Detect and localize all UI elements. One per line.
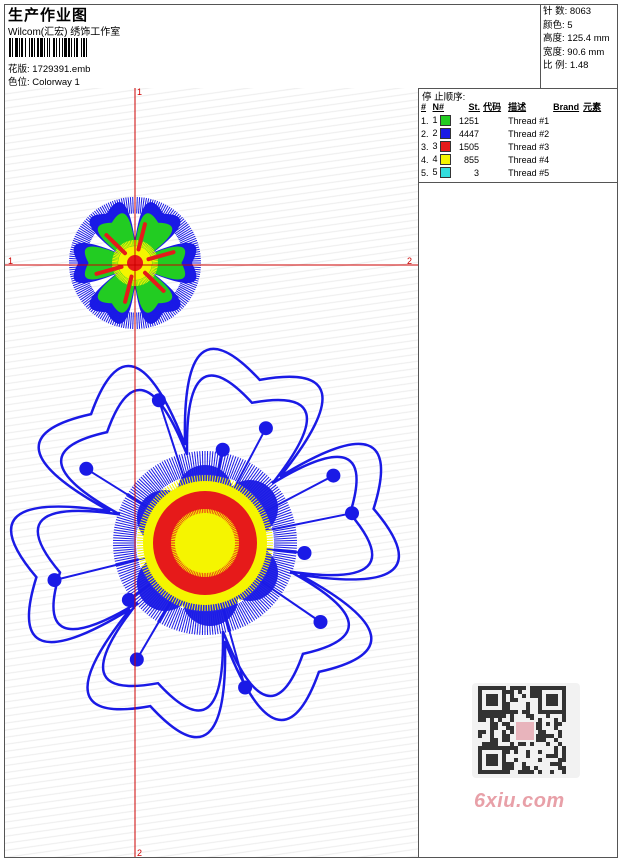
thread-index: 3. (420, 140, 432, 153)
col-index: # (420, 100, 432, 114)
col-n: N# (432, 100, 459, 114)
thread-desc: Thread #5 (507, 166, 552, 179)
big-flower-stamen-tip (130, 653, 144, 667)
thread-color-swatch (440, 115, 451, 126)
thread-stitches: 4447 (458, 127, 482, 140)
thread-element (582, 153, 604, 166)
big-flower-stamen-tip (122, 593, 136, 607)
thread-index: 2. (420, 127, 432, 140)
colorway-label: 色位: (8, 77, 30, 88)
spec-list: 针 数: 8063 颜色: 5 高度: 125.4 mm 宽度: 90.6 mm… (543, 5, 610, 73)
table-divider (418, 182, 618, 183)
thread-row: 2.2 4447 Thread #2 (420, 127, 604, 140)
thread-desc: Thread #1 (507, 114, 552, 127)
thread-number: 1 (432, 114, 459, 127)
big-flower-stamen-tip (152, 393, 166, 407)
thread-brand (552, 114, 582, 127)
thread-brand (552, 140, 582, 153)
thread-code (482, 140, 507, 153)
spec-scale: 比 例: 1.48 (543, 59, 610, 73)
thread-stitches: 3 (458, 166, 482, 179)
big-flower-stamen-tip (216, 443, 230, 457)
spec-height: 高度: 125.4 mm (543, 32, 610, 46)
spec-stitches: 针 数: 8063 (543, 5, 610, 19)
big-flower-stamen-tip (259, 421, 273, 435)
thread-number: 2 (432, 127, 459, 140)
barcode (9, 38, 141, 57)
thread-desc: Thread #2 (507, 127, 552, 140)
design-file-row: 花版: 1729391.emb (8, 61, 90, 75)
thread-element (582, 114, 604, 127)
thread-index: 5. (420, 166, 432, 179)
thread-color-swatch (440, 128, 451, 139)
thread-row: 1.1 1251 Thread #1 (420, 114, 604, 127)
thread-brand (552, 153, 582, 166)
col-st: St. (458, 100, 482, 114)
thread-row: 4.4 855 Thread #4 (420, 153, 604, 166)
big-flower-stamen-tip (79, 462, 93, 476)
colorway-value: Colorway 1 (32, 77, 80, 88)
big-flower-stamen-tip (326, 469, 340, 483)
col-element: 元素 (582, 100, 604, 114)
design-canvas: 1 2 1 2 (5, 88, 418, 857)
thread-color-swatch (440, 167, 451, 178)
thread-table-header: # N# St. 代码 描述 Brand 元素 (420, 100, 604, 114)
page-title: 生产作业图 (8, 4, 88, 25)
thread-code (482, 114, 507, 127)
thread-element (582, 127, 604, 140)
thread-row: 3.3 1505 Thread #3 (420, 140, 604, 153)
thread-desc: Thread #4 (507, 153, 552, 166)
big-flower-stamen-tip (48, 573, 62, 587)
thread-brand (552, 127, 582, 140)
embroidery-preview: 1 2 1 2 (5, 88, 418, 857)
qr-code (472, 683, 580, 778)
thread-table: # N# St. 代码 描述 Brand 元素 1.1 1251 Thread #… (420, 100, 604, 179)
thread-desc: Thread #3 (507, 140, 552, 153)
thread-row: 5.5 3 Thread #5 (420, 166, 604, 179)
thread-stitches: 1251 (458, 114, 482, 127)
thread-color-swatch (440, 154, 451, 165)
col-desc: 描述 (507, 100, 552, 114)
big-flower-stamen-tip (238, 681, 252, 695)
thread-element (582, 140, 604, 153)
spec-width: 宽度: 90.6 mm (543, 46, 610, 60)
big-flower-stamen-tip (314, 615, 328, 629)
thread-brand (552, 166, 582, 179)
spec-colors: 颜色: 5 (543, 19, 610, 33)
thread-code (482, 153, 507, 166)
col-brand: Brand (552, 100, 582, 114)
thread-code (482, 127, 507, 140)
thread-stitches: 855 (458, 153, 482, 166)
thread-number: 5 (432, 166, 459, 179)
thread-number: 4 (432, 153, 459, 166)
big-flower-stamen-tip (345, 506, 359, 520)
guide-label-bottom: 2 (137, 848, 142, 857)
guide-label-left: 1 (8, 256, 13, 266)
thread-stitches: 1505 (458, 140, 482, 153)
guide-label-right: 2 (407, 256, 412, 266)
colorway-row: 色位: Colorway 1 (8, 74, 80, 88)
watermark-logo: 6xiu.com (474, 790, 565, 813)
thread-element (582, 166, 604, 179)
thread-color-swatch (440, 141, 451, 152)
big-flower-stamen-tip (298, 546, 312, 560)
thread-code (482, 166, 507, 179)
company-name: Wilcom(汇宏) 绣饰工作室 (8, 23, 120, 38)
spec-divider (540, 4, 541, 88)
thread-index: 1. (420, 114, 432, 127)
thread-number: 3 (432, 140, 459, 153)
guide-label-top: 1 (137, 88, 142, 97)
panel-divider (418, 88, 419, 858)
thread-index: 4. (420, 153, 432, 166)
col-code: 代码 (482, 100, 507, 114)
